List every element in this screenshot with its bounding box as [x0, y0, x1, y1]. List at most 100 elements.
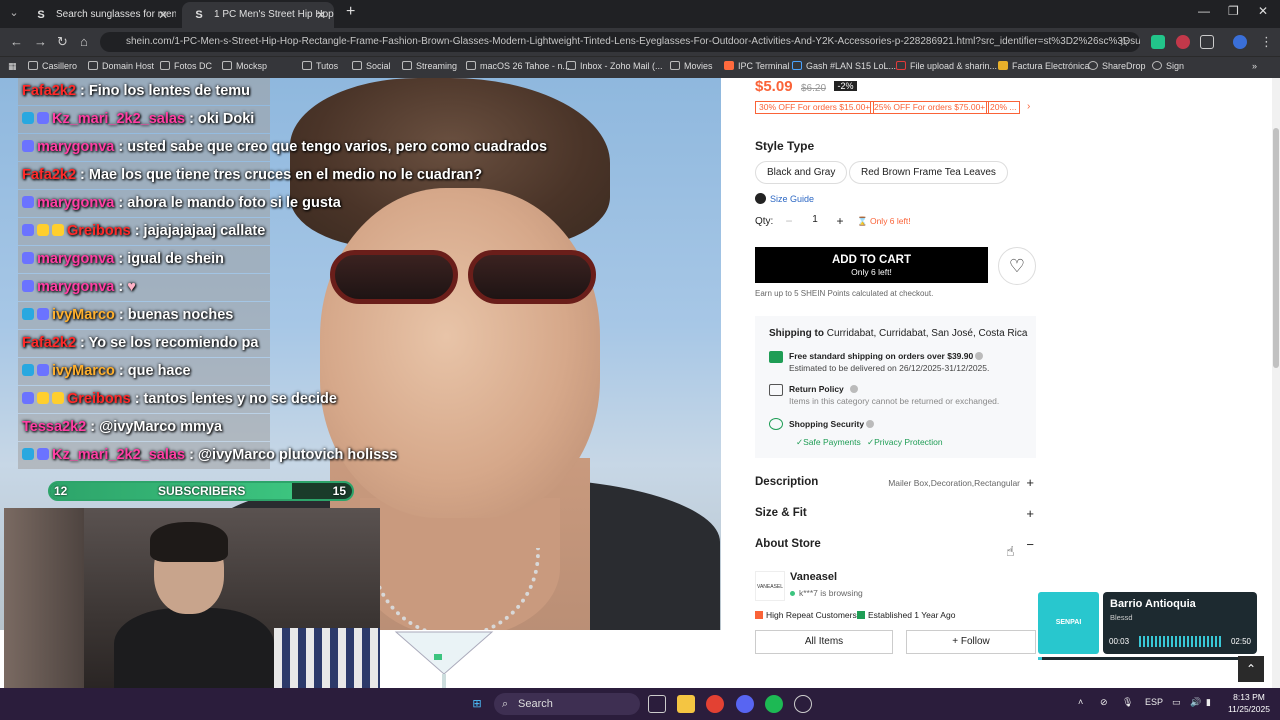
webcam-bed — [274, 628, 380, 688]
discord-icon[interactable] — [736, 695, 754, 713]
bookmark-item[interactable]: Streaming — [402, 61, 457, 71]
tray-overflow-icon[interactable]: ˄ — [1078, 697, 1083, 707]
bookmark-item[interactable]: Casillero — [28, 61, 77, 71]
bookmark-item[interactable]: Fotos DC — [160, 61, 212, 71]
windows-start-icon[interactable]: ⊞ — [468, 695, 486, 713]
menu-kebab-icon[interactable]: ⋮ — [1260, 34, 1273, 50]
mod-badge-icon — [22, 196, 34, 208]
file-explorer-icon[interactable] — [677, 695, 695, 713]
size-guide-link[interactable]: Size Guide — [755, 193, 814, 204]
coupon-tag[interactable]: 30% OFF For orders $15.00+ — [755, 101, 875, 114]
chat-message: Tessa2k2 : @ivyMarco mmya — [22, 419, 223, 435]
chat-message: marygonva : ♥ — [22, 274, 702, 301]
chrome-icon[interactable] — [706, 695, 724, 713]
bookmark-item[interactable]: Factura Electrónica — [998, 61, 1090, 71]
extension-icon[interactable] — [1176, 35, 1190, 49]
gift-badge-icon — [52, 224, 64, 236]
bookmark-item[interactable]: Social — [352, 61, 391, 71]
more-bookmarks-icon[interactable]: » — [1252, 61, 1257, 71]
all-items-button[interactable]: All Items — [755, 630, 893, 654]
gift-badge-icon — [52, 392, 64, 404]
tab-close-icon[interactable]: ✕ — [316, 2, 326, 28]
wishlist-heart-button[interactable]: ♡ — [998, 247, 1036, 285]
free-shipping-text: Free standard shipping on orders over $3… — [789, 351, 984, 361]
bookmark-item[interactable]: Tutos — [302, 61, 338, 71]
mod-badge-icon — [22, 280, 34, 292]
network-off-icon[interactable]: ⊘ — [1100, 697, 1108, 708]
chat-message: Greibons : tantos lentes y no se decide — [22, 386, 702, 413]
established-icon — [857, 611, 865, 619]
minimize-icon[interactable]: — — [1198, 4, 1210, 18]
qty-value[interactable]: 1 — [808, 214, 822, 225]
language-indicator[interactable]: ESP — [1145, 697, 1163, 707]
apps-grid-icon[interactable]: ▦ — [8, 61, 17, 72]
spotify-icon[interactable] — [765, 695, 783, 713]
taskbar-clock[interactable]: 8:13 PM 11/25/2025 — [1222, 691, 1276, 715]
store-name[interactable]: Vaneasel — [790, 571, 837, 583]
truck-icon — [769, 351, 783, 363]
expand-icon: + — [1026, 506, 1034, 521]
follow-button[interactable]: + Follow — [906, 630, 1036, 654]
coupon-tag[interactable]: 20% ... — [986, 101, 1021, 114]
bookmark-item[interactable]: Gash #LAN S15 LoL... — [792, 61, 896, 71]
app-icon[interactable] — [794, 695, 812, 713]
volume-icon[interactable]: 🔊 — [1190, 697, 1201, 708]
about-store-accordion[interactable]: About Store − — [755, 537, 1036, 558]
microphone-icon[interactable]: 🎙 — [1122, 697, 1133, 708]
tab-search-sunglasses[interactable]: S Search sunglasses for men | SHEIN ✕ — [24, 2, 176, 28]
song-title: Barrio Antioquia — [1110, 598, 1196, 610]
bookmark-star-icon[interactable]: ☆ — [1118, 34, 1130, 50]
tab-product-page[interactable]: S 1 PC Men's Street Hip Hop Rect ✕ — [182, 2, 334, 28]
task-view-icon[interactable] — [648, 695, 666, 713]
bookmark-item[interactable]: ShareDrop — [1088, 61, 1146, 71]
add-to-cart-button[interactable]: ADD TO CART Only 6 left! — [755, 247, 988, 283]
mod-badge-icon — [37, 112, 49, 124]
bookmark-item[interactable]: Domain Host — [88, 61, 154, 71]
size-fit-accordion[interactable]: Size & Fit + — [755, 506, 1036, 527]
profile-avatar-icon[interactable] — [1233, 35, 1247, 49]
coupon-tag[interactable]: 25% OFF For orders $75.00+ — [870, 101, 990, 114]
store-logo[interactable]: VANEASEL — [755, 571, 785, 601]
new-tab-button[interactable]: + — [346, 3, 355, 21]
coupon-more-icon[interactable]: › — [1027, 101, 1030, 112]
back-to-top-button[interactable]: ⌃ — [1238, 656, 1264, 682]
qty-increase-button[interactable]: + — [830, 212, 850, 230]
taskbar-search[interactable]: ⌕ Search — [494, 693, 640, 715]
bookmark-item[interactable]: IPC Terminal — [724, 61, 789, 71]
chat-message: Fafa2k2 : Fino los lentes de temu — [22, 83, 251, 99]
bookmark-item[interactable]: Mocksp — [222, 61, 267, 71]
home-icon[interactable]: ⌂ — [80, 34, 88, 49]
discount-badge: -2% — [834, 81, 857, 91]
bookmark-item[interactable]: Inbox - Zoho Mail (... — [566, 61, 663, 71]
back-icon[interactable]: ← — [10, 34, 23, 49]
bookmark-item[interactable]: File upload & sharin... — [896, 61, 997, 71]
clock-time: 8:13 PM — [1233, 692, 1265, 702]
tab-close-icon[interactable]: ✕ — [158, 2, 168, 28]
martini-glass-icon — [394, 631, 494, 688]
vip-badge-icon — [22, 448, 34, 460]
scrollbar-thumb[interactable] — [1273, 128, 1279, 368]
style-option-red-brown[interactable]: Red Brown Frame Tea Leaves — [849, 161, 1008, 184]
expand-icon: + — [1026, 475, 1034, 490]
close-window-icon[interactable]: ✕ — [1258, 4, 1268, 18]
battery-icon[interactable]: ▮ — [1206, 697, 1211, 708]
page-scrollbar[interactable] — [1272, 78, 1280, 688]
stock-warning: ⌛ Only 6 left! — [857, 216, 911, 226]
description-accordion[interactable]: Description Mailer Box,Decoration,Rectan… — [755, 475, 1036, 496]
style-option-black-gray[interactable]: Black and Gray — [755, 161, 848, 184]
display-icon[interactable]: ▭ — [1172, 697, 1181, 708]
reload-icon[interactable]: ↻ — [57, 34, 68, 50]
shipping-to[interactable]: Shipping to Curridabat, Curridabat, San … — [769, 328, 1027, 339]
mod-badge-icon — [22, 252, 34, 264]
maximize-icon[interactable]: ❐ — [1228, 4, 1239, 18]
bookmark-item[interactable]: Sign — [1152, 61, 1184, 71]
mod-badge-icon — [37, 448, 49, 460]
tab-search-icon[interactable]: ⌄ — [6, 5, 22, 21]
extension-icon[interactable] — [1151, 35, 1165, 49]
url-input[interactable]: shein.com/1-PC-Men-s-Street-Hip-Hop-Rect… — [100, 32, 1140, 52]
bookmark-item[interactable]: macOS 26 Tahoe - n... — [466, 61, 570, 71]
forward-icon[interactable]: → — [34, 34, 47, 49]
bookmark-item[interactable]: Movies — [670, 61, 713, 71]
qty-decrease-button[interactable]: − — [779, 212, 799, 230]
extensions-puzzle-icon[interactable] — [1200, 35, 1214, 49]
